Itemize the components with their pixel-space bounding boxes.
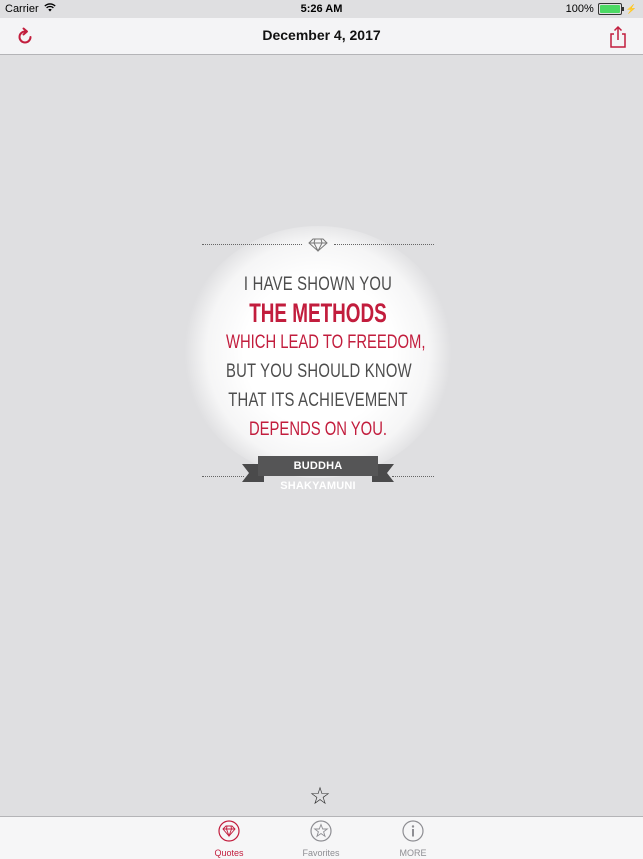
author-ribbon: BUDDHA SHAKYAMUNI (242, 456, 394, 492)
quote-line-3: WHICH LEAD TO FREEDOM, (225, 332, 426, 353)
navigation-bar: December 4, 2017 (0, 18, 643, 55)
share-button[interactable] (605, 24, 631, 50)
top-divider-right (334, 244, 434, 245)
share-icon (610, 25, 626, 48)
quote-card[interactable]: I HAVE SHOWN YOU THE METHODS WHICH LEAD … (182, 226, 454, 492)
info-icon (402, 820, 424, 842)
tab-favorites[interactable]: Favorites (291, 820, 351, 858)
quote-line-1: I HAVE SHOWN YOU (243, 274, 393, 295)
status-time: 5:26 AM (300, 3, 343, 15)
battery-percent: 100% (565, 3, 594, 15)
tab-more-label: MORE (399, 848, 427, 858)
tab-bar: Quotes Favorites MORE (0, 816, 643, 859)
quote-line-5: THAT ITS ACHIEVEMENT (228, 390, 408, 411)
battery-icon (597, 3, 624, 15)
favorite-star-button[interactable]: ☆ (307, 784, 333, 810)
top-divider-left (202, 244, 302, 245)
quote-line-2: THE METHODS (249, 298, 387, 328)
quote-line-4: BUT YOU SHOULD KNOW (225, 361, 412, 382)
star-circle-icon (310, 820, 332, 842)
charging-bolt-icon: ⚡ (625, 3, 637, 14)
diamond-icon (308, 238, 328, 252)
quote-text: I HAVE SHOWN YOU THE METHODS WHICH LEAD … (200, 270, 436, 444)
star-outline-icon: ☆ (309, 783, 331, 810)
bottom-divider-right (392, 476, 434, 477)
page-title: December 4, 2017 (262, 27, 381, 43)
status-bar: Carrier 5:26 AM 100% ⚡ (0, 0, 643, 18)
author-label: BUDDHA SHAKYAMUNI (258, 456, 378, 492)
tab-more[interactable]: MORE (383, 820, 443, 858)
quote-line-6: DEPENDS ON YOU. (248, 419, 388, 440)
tab-quotes[interactable]: Quotes (199, 820, 259, 858)
tab-favorites-label: Favorites (302, 848, 340, 858)
tab-quotes-label: Quotes (214, 848, 244, 858)
bottom-divider-left (202, 476, 244, 477)
status-right: 100% ⚡ (566, 3, 637, 15)
diamond-tab-icon (218, 820, 240, 842)
